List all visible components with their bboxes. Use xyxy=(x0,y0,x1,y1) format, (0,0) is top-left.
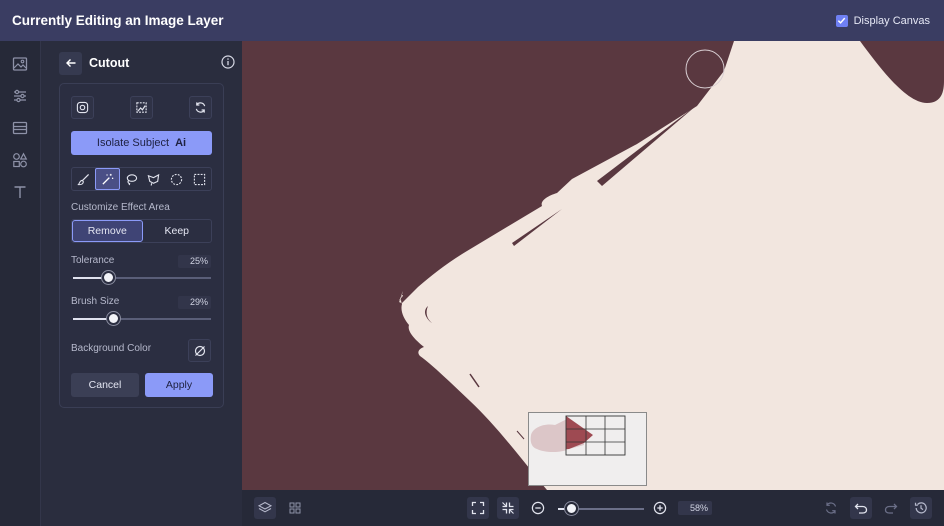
isolate-subject-button[interactable]: Isolate Subject Ai xyxy=(71,131,212,155)
camera-square-icon xyxy=(76,101,89,114)
history-icon xyxy=(914,502,927,514)
expand-icon xyxy=(471,501,485,515)
grid-icon xyxy=(289,502,301,514)
back-button[interactable] xyxy=(59,51,82,75)
panel-title: Cutout xyxy=(89,56,130,70)
canvas-navigator[interactable] xyxy=(528,412,647,486)
actual-size-button[interactable] xyxy=(497,497,519,519)
zoom-slider[interactable] xyxy=(558,502,644,515)
text-icon[interactable] xyxy=(11,183,29,201)
polygon-lasso-tool[interactable] xyxy=(142,168,165,190)
brush-tool[interactable] xyxy=(72,168,95,190)
refresh-icon xyxy=(195,102,206,113)
brush-size-label: Brush Size xyxy=(71,296,120,307)
rect-select-icon xyxy=(193,173,206,185)
selection-tools xyxy=(71,167,212,191)
zoom-out-button[interactable] xyxy=(527,497,549,519)
collapse-icon xyxy=(502,502,514,514)
apply-button[interactable]: Apply xyxy=(145,373,213,397)
layout-icon[interactable] xyxy=(11,119,29,137)
zoom-in-button[interactable] xyxy=(649,497,671,519)
sliders-icon[interactable] xyxy=(11,87,29,105)
refresh-mode-button[interactable] xyxy=(189,96,212,119)
tolerance-label: Tolerance xyxy=(71,255,115,266)
info-icon[interactable] xyxy=(221,55,235,69)
display-canvas-label: Display Canvas xyxy=(853,14,930,27)
zoom-in-icon xyxy=(653,501,667,515)
keep-option[interactable]: Keep xyxy=(143,220,212,242)
redo-icon xyxy=(884,503,898,514)
magic-wand-tool[interactable] xyxy=(94,168,120,190)
display-canvas-toggle[interactable]: Display Canvas xyxy=(835,14,930,27)
lasso-tool[interactable] xyxy=(120,168,143,190)
reset-icon xyxy=(825,502,837,514)
layers-icon xyxy=(258,501,272,513)
undo-button[interactable] xyxy=(850,497,872,519)
ellipse-select-icon xyxy=(171,173,183,185)
ai-badge: Ai xyxy=(175,137,187,149)
reset-button[interactable] xyxy=(820,497,842,519)
brush-size-slider-thumb[interactable] xyxy=(107,312,120,325)
zoom-slider-thumb[interactable] xyxy=(565,502,578,515)
display-canvas-checkbox[interactable] xyxy=(835,14,848,27)
effect-area-toggle: Remove Keep xyxy=(71,219,212,243)
tolerance-slider-thumb[interactable] xyxy=(102,271,115,284)
brush-icon xyxy=(77,173,89,185)
bottom-toolbar: 58% xyxy=(242,490,944,526)
page-title: Currently Editing an Image Layer xyxy=(12,13,224,28)
cutout-mode-button[interactable] xyxy=(130,96,153,119)
lasso-icon xyxy=(126,173,137,185)
brush-size-value[interactable]: 29% xyxy=(178,296,211,309)
left-sidebar xyxy=(0,41,41,526)
subject-shape xyxy=(398,41,944,490)
zoom-out-icon xyxy=(531,501,545,515)
cutout-card: Isolate Subject Ai Customize Effect Area… xyxy=(59,83,224,408)
ellipse-select-tool[interactable] xyxy=(165,168,188,190)
top-bar: Currently Editing an Image Layer Display… xyxy=(0,0,944,41)
undo-icon xyxy=(854,503,868,514)
tolerance-slider[interactable] xyxy=(73,271,211,284)
navigator-preview xyxy=(529,413,646,485)
arrow-left-icon xyxy=(65,59,75,67)
panel-header: Cutout xyxy=(59,51,235,75)
polygon-lasso-icon xyxy=(147,173,160,186)
crop-image-icon xyxy=(136,102,147,113)
remove-option[interactable]: Remove xyxy=(72,220,143,242)
brush-size-slider[interactable] xyxy=(73,312,211,325)
fit-screen-button[interactable] xyxy=(467,497,489,519)
cutout-panel: Cutout Isolate Subject Ai Customize Effe… xyxy=(41,41,242,526)
magic-wand-icon xyxy=(102,173,113,185)
image-canvas[interactable] xyxy=(242,41,944,490)
background-color-button[interactable] xyxy=(188,339,211,362)
tolerance-value[interactable]: 25% xyxy=(178,255,211,268)
shapes-icon[interactable] xyxy=(11,151,29,169)
instagram-mode-button[interactable] xyxy=(71,96,94,119)
effect-area-label: Customize Effect Area xyxy=(71,202,170,213)
rect-select-tool[interactable] xyxy=(188,168,211,190)
brush-cursor xyxy=(685,49,725,89)
isolate-subject-label: Isolate Subject xyxy=(96,137,170,149)
check-icon xyxy=(837,17,846,24)
cancel-button[interactable]: Cancel xyxy=(71,373,139,397)
no-color-icon xyxy=(194,345,205,356)
image-icon[interactable] xyxy=(11,55,29,73)
redo-button[interactable] xyxy=(880,497,902,519)
grid-button[interactable] xyxy=(284,497,306,519)
history-button[interactable] xyxy=(910,497,932,519)
zoom-value[interactable]: 58% xyxy=(678,501,712,515)
background-color-label: Background Color xyxy=(71,343,152,354)
layers-button[interactable] xyxy=(254,497,276,519)
